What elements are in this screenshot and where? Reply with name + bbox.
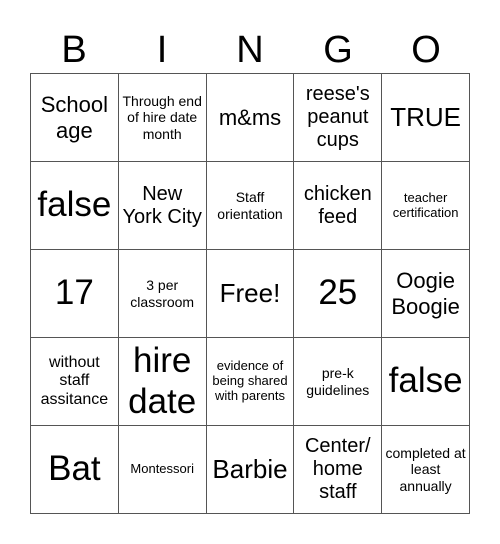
bingo-grid: School age Through end of hire date mont… [30,73,470,514]
bingo-cell[interactable]: Montessori [118,426,207,514]
bingo-cell[interactable]: Bat [31,426,119,514]
bingo-cell[interactable]: teacher certification [382,162,470,250]
bingo-cell[interactable]: without staff assitance [31,338,119,426]
bingo-cell[interactable]: 3 per classroom [118,250,207,338]
bingo-cell[interactable]: evidence of being shared with parents [206,338,295,426]
bingo-cell[interactable]: New York City [118,162,207,250]
bingo-cell[interactable]: Center/ home staff [294,426,383,514]
free-space-cell[interactable]: Free! [206,250,295,338]
bingo-cell[interactable]: Barbie [206,426,295,514]
header-letter-n: N [236,29,264,71]
bingo-cell[interactable]: School age [31,74,119,162]
header-letter-o: O [411,29,441,71]
header-letter-i: I [156,29,168,71]
header-letter-g: G [323,29,353,71]
header-letter-b: B [61,29,87,71]
bingo-cell[interactable]: 17 [31,250,119,338]
bingo-cell[interactable]: completed at least annually [382,426,470,514]
bingo-cell[interactable]: Staff orientation [206,162,295,250]
bingo-cell[interactable]: TRUE [382,74,470,162]
bingo-cell[interactable]: Oogie Boogie [382,250,470,338]
bingo-cell[interactable]: false [382,338,470,426]
bingo-cell[interactable]: Through end of hire date month [118,74,207,162]
bingo-cell[interactable]: hire date [118,338,207,426]
bingo-cell[interactable]: m&ms [206,74,295,162]
bingo-header: B I N G O [30,28,470,73]
bingo-cell[interactable]: chicken feed [294,162,383,250]
bingo-cell[interactable]: pre-k guidelines [294,338,383,426]
bingo-cell[interactable]: false [31,162,119,250]
bingo-cell[interactable]: 25 [294,250,383,338]
bingo-cell[interactable]: reese's peanut cups [294,74,383,162]
